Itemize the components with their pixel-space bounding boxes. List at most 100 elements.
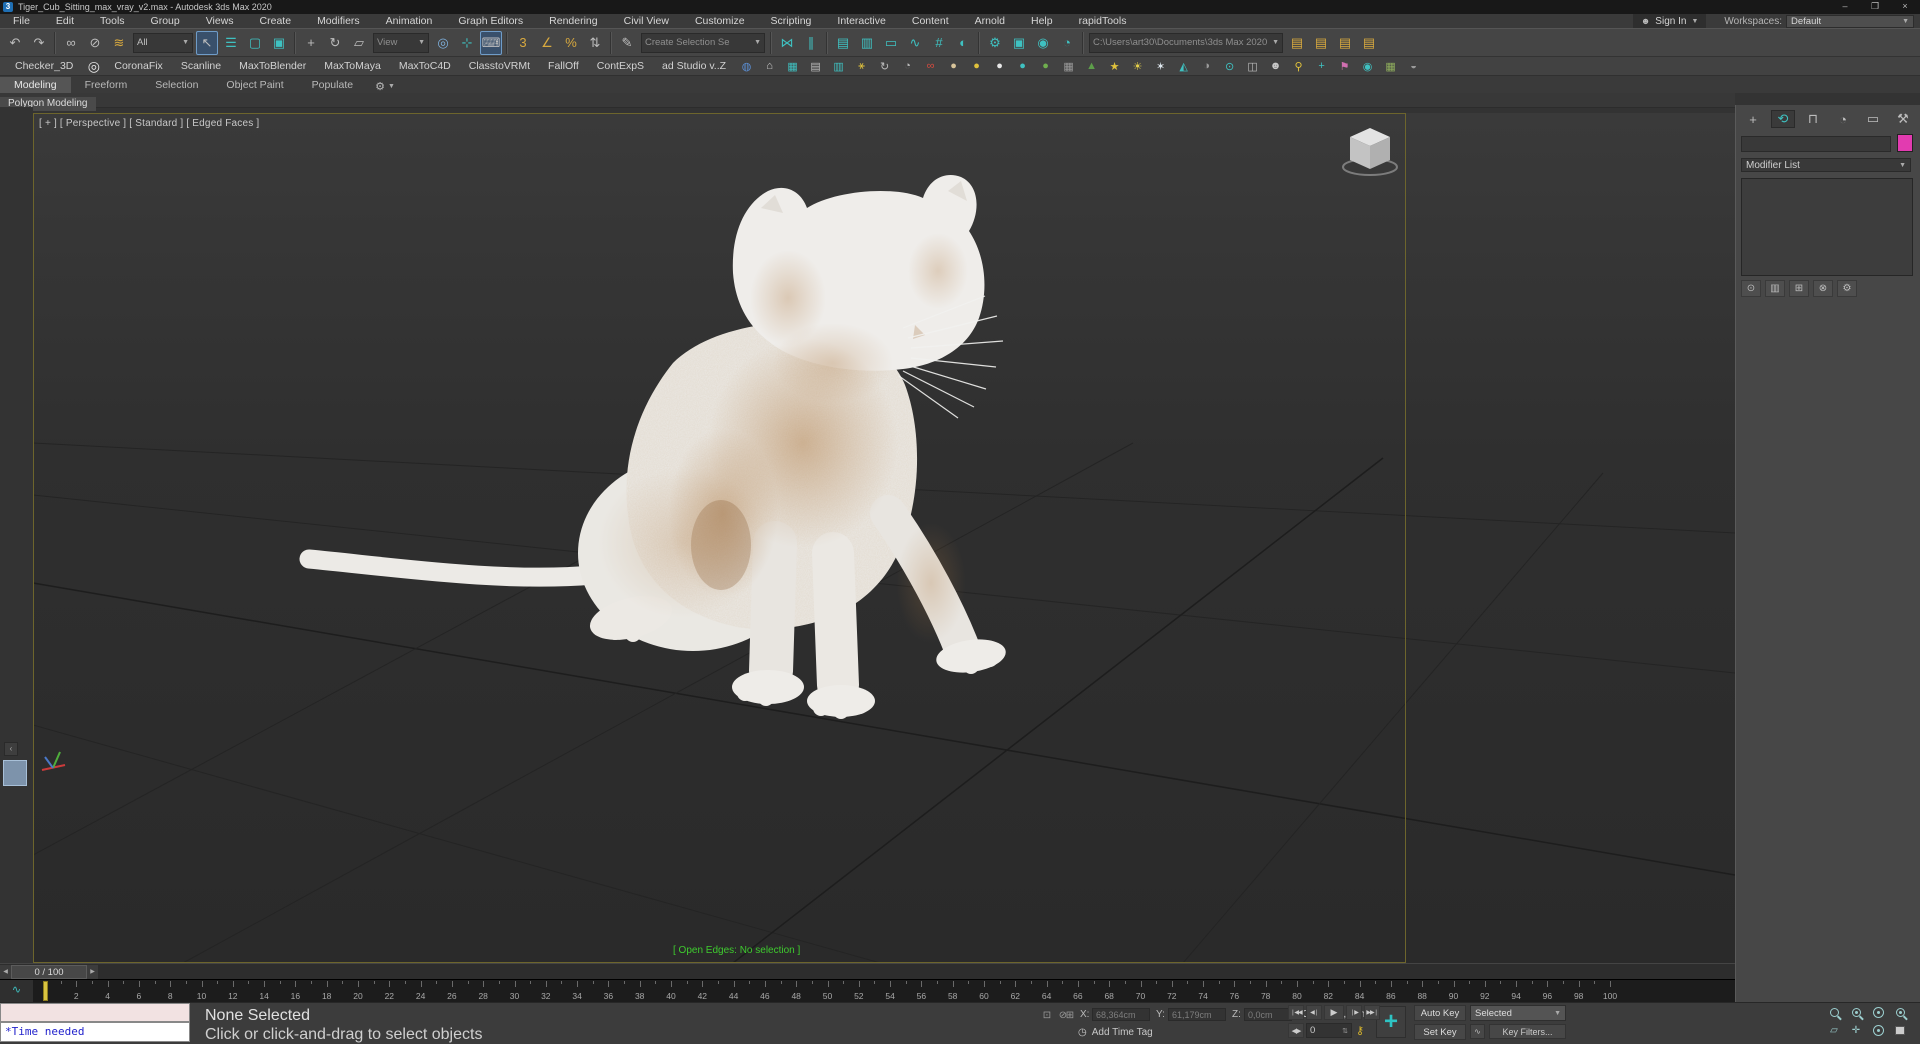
plugin-icon-sphere-white[interactable]: ● bbox=[991, 58, 1008, 74]
utilities-tab[interactable]: ⚒ bbox=[1891, 110, 1915, 128]
plugin-icon-panel[interactable]: ▤ bbox=[807, 58, 824, 74]
spinner-arrows-icon[interactable]: ⇅ bbox=[1342, 1027, 1348, 1035]
redo-button[interactable]: ↷ bbox=[28, 31, 50, 55]
plugin-icon-sphere-green[interactable]: ● bbox=[1037, 58, 1054, 74]
material-editor-button[interactable]: ◐ bbox=[952, 31, 974, 55]
ribbon-tab-freeform[interactable]: Freeform bbox=[71, 77, 142, 93]
show-end-result-button[interactable]: ▥ bbox=[1765, 280, 1785, 297]
remove-modifier-button[interactable]: ⊗ bbox=[1813, 280, 1833, 297]
plugin-icon-home[interactable]: ⌂ bbox=[761, 58, 778, 74]
create-tab[interactable]: + bbox=[1741, 110, 1765, 128]
schematic-view-button[interactable]: # bbox=[928, 31, 950, 55]
menu-arnold[interactable]: Arnold bbox=[962, 14, 1018, 28]
plugin-icon-lamp[interactable]: ⚲ bbox=[1290, 58, 1307, 74]
mini-curve-editor-button[interactable]: ∿ bbox=[0, 980, 33, 1002]
folder-action-1-button[interactable]: ▤ bbox=[1286, 31, 1308, 55]
menu-rapidtools[interactable]: rapidTools bbox=[1066, 14, 1140, 28]
key-filters-button[interactable]: Key Filters... bbox=[1489, 1024, 1566, 1039]
viewport-label[interactable]: [ + ] [ Perspective ] [ Standard ] [ Edg… bbox=[39, 118, 259, 129]
plugin-icon-half[interactable]: ◑ bbox=[1198, 58, 1215, 74]
percent-snap-toggle[interactable]: % bbox=[560, 31, 582, 55]
plugin-icon-person[interactable]: ☻ bbox=[1267, 58, 1284, 74]
folder-action-4-button[interactable]: ▤ bbox=[1358, 31, 1380, 55]
z-coord-field[interactable]: 0,0cm bbox=[1244, 1008, 1292, 1021]
time-slider-next-arrow[interactable]: ▶ bbox=[87, 964, 98, 979]
use-pivot-point-center-button[interactable]: ◎ bbox=[432, 31, 454, 55]
plugin-icon-rotate[interactable]: ↻ bbox=[876, 58, 893, 74]
plugin-icon-sphere-beige[interactable]: ● bbox=[945, 58, 962, 74]
snaps-toggle-3d[interactable]: 3 bbox=[512, 31, 534, 55]
toggle-scene-explorer-button[interactable]: ▤ bbox=[832, 31, 854, 55]
spinner-snap-toggle[interactable]: ⇅ bbox=[584, 31, 606, 55]
plugin-button-coronafix[interactable]: CoronaFix bbox=[105, 58, 171, 75]
modify-tab[interactable]: ⟲ bbox=[1771, 110, 1795, 128]
plugin-icon-sphere-blue[interactable]: ◍ bbox=[738, 58, 755, 74]
viewcube[interactable] bbox=[1338, 121, 1402, 179]
viewport-layout-tab[interactable] bbox=[3, 760, 27, 786]
plugin-button-falloff[interactable]: FallOff bbox=[539, 58, 588, 75]
bind-to-space-warp-button[interactable]: ≋ bbox=[108, 31, 130, 55]
project-folder-dropdown[interactable]: C:\Users\art30\Documents\3ds Max 2020 ▼ bbox=[1089, 32, 1283, 53]
isolate-selection-icon[interactable]: ⊡ bbox=[1040, 1008, 1054, 1022]
menu-rendering[interactable]: Rendering bbox=[536, 14, 610, 28]
menu-group[interactable]: Group bbox=[138, 14, 193, 28]
hierarchy-tab[interactable]: ⊓ bbox=[1801, 110, 1825, 128]
set-key-button[interactable]: Set Key bbox=[1414, 1024, 1466, 1040]
go-to-end-button[interactable]: ▶▶❘ bbox=[1364, 1005, 1380, 1020]
plugin-button-maxtoc4d[interactable]: MaxToC4D bbox=[390, 58, 460, 75]
selection-filter-dropdown[interactable]: All ▼ bbox=[133, 32, 193, 53]
plugin-icon-misc[interactable]: ◒ bbox=[1405, 58, 1422, 74]
motion-tab[interactable]: ◔ bbox=[1831, 110, 1855, 128]
tiger-cub-model[interactable] bbox=[299, 175, 1008, 719]
plugin-icon-panel2[interactable]: ▥ bbox=[830, 58, 847, 74]
plugin-button-contexps[interactable]: ContExpS bbox=[588, 58, 653, 75]
zoom-icon[interactable] bbox=[1824, 1005, 1844, 1020]
select-and-link-button[interactable]: ∞ bbox=[60, 31, 82, 55]
plugin-button-scanline[interactable]: Scanline bbox=[172, 58, 230, 75]
sign-in-button[interactable]: ☻ Sign In ▼ bbox=[1632, 14, 1707, 28]
maximize-viewport-toggle-icon[interactable] bbox=[1890, 1023, 1910, 1038]
current-frame-field[interactable]: 0 ⇅ bbox=[1306, 1023, 1352, 1038]
maxscript-mini-listener[interactable]: *Time needed bbox=[0, 1022, 190, 1042]
plugin-icon-render[interactable]: ◉ bbox=[1359, 58, 1376, 74]
menu-civil-view[interactable]: Civil View bbox=[611, 14, 682, 28]
configure-modifier-sets-button[interactable]: ⚙ bbox=[1837, 280, 1857, 297]
ribbon-tab-selection[interactable]: Selection bbox=[141, 77, 212, 93]
unlink-selection-button[interactable]: ⊘ bbox=[84, 31, 106, 55]
ribbon-tab-modeling[interactable]: Modeling bbox=[0, 77, 71, 93]
rendered-frame-window-button[interactable]: ▣ bbox=[1008, 31, 1030, 55]
ribbon-config-button[interactable]: ⚙ ▼ bbox=[367, 80, 403, 93]
ribbon-tab-object-paint[interactable]: Object Paint bbox=[212, 77, 297, 93]
zoom-extents-all-icon[interactable] bbox=[1890, 1005, 1910, 1020]
folder-action-2-button[interactable]: ▤ bbox=[1310, 31, 1332, 55]
display-tab[interactable]: ▭ bbox=[1861, 110, 1885, 128]
zoom-region-icon[interactable]: ▱ bbox=[1824, 1023, 1844, 1038]
x-coord-field[interactable]: 68,364cm bbox=[1092, 1008, 1150, 1021]
plugin-button-maxtoblender[interactable]: MaxToBlender bbox=[230, 58, 315, 75]
set-keys-button[interactable]: + bbox=[1376, 1006, 1406, 1038]
plugin-icon-checker[interactable]: ▦ bbox=[1060, 58, 1077, 74]
menu-interactive[interactable]: Interactive bbox=[824, 14, 898, 28]
plugin-icon-card[interactable]: ◫ bbox=[1244, 58, 1261, 74]
window-crossing-toggle[interactable]: ▣ bbox=[268, 31, 290, 55]
plugin-icon-window-teal[interactable]: ▦ bbox=[784, 58, 801, 74]
menu-help[interactable]: Help bbox=[1018, 14, 1066, 28]
render-production-button[interactable]: ◉ bbox=[1032, 31, 1054, 55]
plugin-icon-tree[interactable]: ▲ bbox=[1083, 58, 1100, 74]
add-time-tag[interactable]: ◷ Add Time Tag bbox=[1078, 1027, 1153, 1038]
zoom-extents-icon[interactable] bbox=[1868, 1005, 1888, 1020]
plugin-icon-snow[interactable]: ✶ bbox=[1152, 58, 1169, 74]
select-and-scale-button[interactable]: ▱ bbox=[348, 31, 370, 55]
menu-file[interactable]: File bbox=[0, 14, 43, 28]
key-mode-toggle[interactable]: ◀▶ bbox=[1288, 1023, 1304, 1038]
modifier-stack[interactable] bbox=[1741, 178, 1913, 276]
undo-button[interactable]: ↶ bbox=[4, 31, 26, 55]
edit-named-selection-sets-button[interactable]: ✎ bbox=[616, 31, 638, 55]
workspaces-dropdown[interactable]: Default ▼ bbox=[1786, 14, 1914, 28]
selection-set-dropdown[interactable]: Selected ▼ bbox=[1470, 1005, 1566, 1021]
menu-views[interactable]: Views bbox=[193, 14, 247, 28]
perspective-viewport[interactable]: [ + ] [ Perspective ] [ Standard ] [ Edg… bbox=[33, 113, 1735, 963]
time-slider-prev-arrow[interactable]: ◀ bbox=[0, 964, 11, 979]
plugin-icon-target[interactable]: ⊙ bbox=[1221, 58, 1238, 74]
zoom-all-icon[interactable] bbox=[1846, 1005, 1866, 1020]
